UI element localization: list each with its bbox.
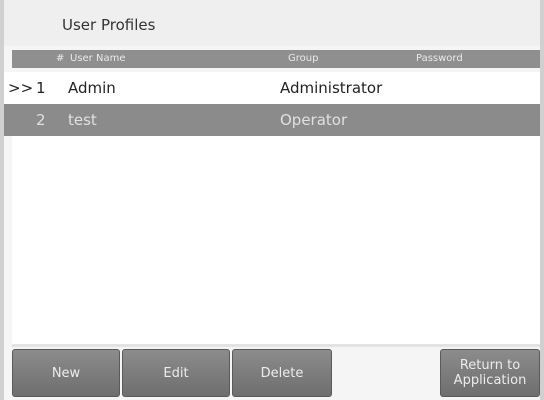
- current-user-marker: >>: [8, 79, 34, 97]
- group-cell: Operator: [280, 111, 348, 129]
- page-title: User Profiles: [62, 16, 156, 34]
- table-header: # User Name Group Password: [12, 50, 540, 68]
- new-button[interactable]: New: [12, 349, 120, 397]
- group-cell: Administrator: [280, 79, 383, 97]
- column-header-password[interactable]: Password: [416, 53, 463, 64]
- user-profiles-screen: User Profiles # User Name Group Password…: [0, 0, 544, 400]
- edit-button[interactable]: Edit: [122, 349, 230, 397]
- title-bar: User Profiles: [4, 0, 540, 46]
- delete-button[interactable]: Delete: [232, 349, 332, 397]
- row-number: 1: [36, 79, 46, 97]
- column-header-number: #: [56, 53, 65, 64]
- table-row[interactable]: >> 1 Admin Administrator: [4, 72, 540, 104]
- column-header-user-name[interactable]: User Name: [70, 53, 125, 64]
- user-name-cell: test: [68, 111, 97, 129]
- user-name-cell: Admin: [68, 79, 116, 97]
- table-row-selected[interactable]: 2 test Operator: [4, 104, 540, 136]
- button-bar: New Edit Delete Return to Application: [4, 347, 540, 400]
- row-number: 2: [36, 111, 46, 129]
- empty-list-area: [12, 136, 540, 346]
- return-to-application-button[interactable]: Return to Application: [440, 349, 540, 397]
- column-header-group[interactable]: Group: [288, 53, 318, 64]
